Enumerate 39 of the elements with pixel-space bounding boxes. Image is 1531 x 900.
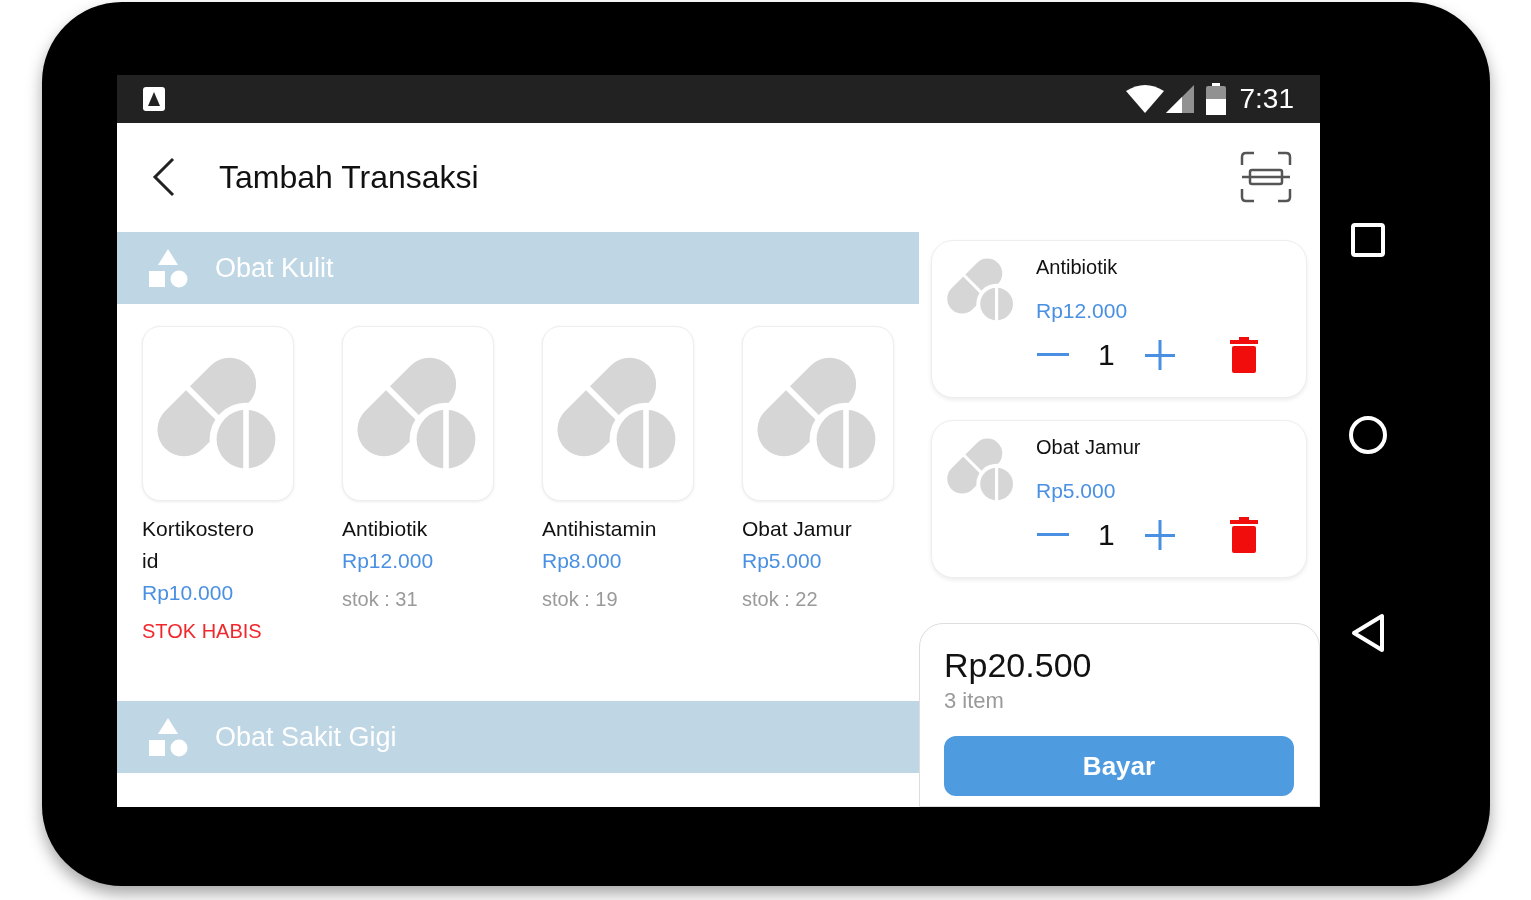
product-name: Antihistamin bbox=[542, 516, 658, 542]
trash-icon[interactable] bbox=[1229, 337, 1258, 373]
back-icon[interactable] bbox=[151, 156, 177, 197]
back-nav-icon[interactable] bbox=[1351, 613, 1385, 653]
product-price: Rp8.000 bbox=[542, 548, 623, 574]
product-name: Antibiotik bbox=[342, 516, 429, 542]
total-amount: Rp20.500 bbox=[944, 645, 1093, 686]
notification-icon bbox=[143, 87, 165, 111]
signal-icon bbox=[1165, 85, 1194, 113]
product-price: Rp10.000 bbox=[142, 580, 235, 606]
trash-icon[interactable] bbox=[1229, 517, 1258, 553]
cart-item-name: Antibiotik bbox=[1036, 255, 1119, 280]
shapes-icon bbox=[147, 247, 189, 289]
out-of-stock-label: STOK HABIS bbox=[142, 619, 263, 644]
stock-count: stok : 19 bbox=[542, 587, 619, 612]
quantity-value: 1 bbox=[1098, 517, 1115, 553]
category-title: Obat Kulit bbox=[215, 251, 334, 285]
page-title: Tambah Transaksi bbox=[219, 157, 479, 197]
clock-time: 7:31 bbox=[1239, 82, 1294, 116]
cart-item-price: Rp5.000 bbox=[1036, 478, 1117, 504]
pay-button[interactable]: Bayar bbox=[944, 736, 1294, 796]
scan-icon[interactable] bbox=[1240, 150, 1292, 203]
home-icon[interactable] bbox=[1348, 415, 1388, 455]
shapes-icon bbox=[147, 716, 189, 758]
product-price: Rp12.000 bbox=[342, 548, 435, 574]
stock-count: stok : 22 bbox=[742, 587, 819, 612]
product-price: Rp5.000 bbox=[742, 548, 823, 574]
product-name: Kortikosteroid bbox=[142, 516, 256, 574]
recents-icon[interactable] bbox=[1351, 223, 1385, 257]
quantity-value: 1 bbox=[1098, 337, 1115, 373]
battery-icon bbox=[1205, 83, 1226, 115]
cart-item-price: Rp12.000 bbox=[1036, 298, 1129, 324]
item-count: 3 item bbox=[944, 687, 1005, 715]
product-name: Obat Jamur bbox=[742, 516, 853, 542]
plus-icon[interactable] bbox=[1144, 340, 1175, 370]
stock-count: stok : 31 bbox=[342, 587, 419, 612]
category-title: Obat Sakit Gigi bbox=[215, 720, 397, 754]
plus-icon[interactable] bbox=[1144, 520, 1175, 550]
cart-item-name: Obat Jamur bbox=[1036, 435, 1142, 460]
